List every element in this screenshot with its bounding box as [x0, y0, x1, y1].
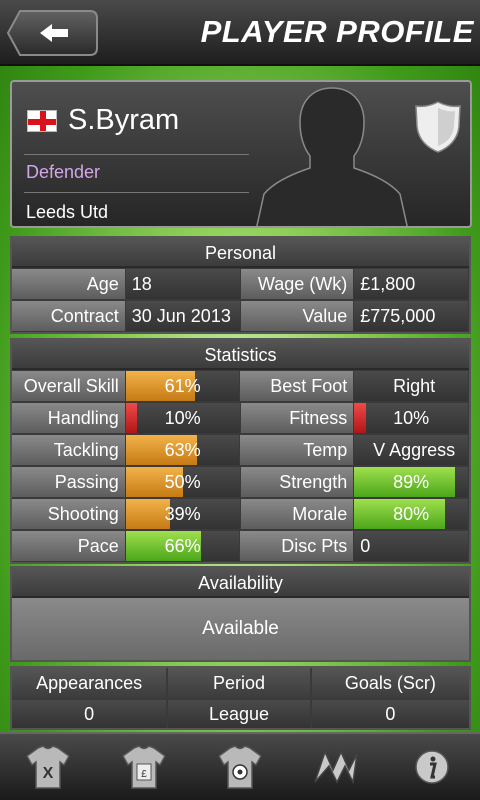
strength-value: 89% — [354, 467, 468, 497]
player-name: S.Byram — [68, 104, 180, 136]
passing-label: Passing — [12, 467, 125, 497]
shirt-pound-icon: £ — [122, 745, 166, 789]
overall-skill-label: Overall Skill — [12, 371, 125, 401]
player-club: Leeds Utd — [26, 202, 109, 222]
tab-logo[interactable] — [306, 739, 366, 795]
pace-label: Pace — [12, 531, 125, 561]
stat-row: Tackling 63% Temp V Aggress — [12, 434, 469, 466]
shirt-ball-icon — [218, 745, 262, 789]
value-value: £775,000 — [354, 301, 468, 331]
contract-value: 30 Jun 2013 — [125, 301, 240, 331]
shooting-value: 39% — [125, 499, 240, 529]
appearances-header: Appearances — [12, 668, 167, 698]
availability-panel: Availability Available — [10, 566, 471, 662]
divider — [24, 192, 249, 193]
page-title: PLAYER PROFILE — [200, 14, 474, 49]
morale-label: Morale — [240, 499, 354, 529]
info-icon — [415, 750, 449, 784]
age-value: 18 — [125, 269, 240, 299]
svg-text:X: X — [43, 765, 54, 782]
stat-bar-value: 63% — [164, 440, 201, 460]
best-foot-label: Best Foot — [240, 371, 354, 401]
goals-value: 0 — [311, 700, 469, 728]
stat-bar-value: 61% — [164, 376, 201, 396]
availability-status: Available — [12, 598, 469, 660]
england-flag-icon — [27, 110, 57, 132]
temp-value: V Aggress — [354, 435, 468, 465]
overall-skill-value: 61% — [125, 371, 240, 401]
passing-value: 50% — [125, 467, 240, 497]
handling-value: 10% — [125, 403, 240, 433]
wage-label: Wage (Wk) — [240, 269, 354, 299]
personal-title: Personal — [12, 238, 469, 268]
logo-icon — [314, 749, 358, 785]
shirt-x-icon: X — [26, 745, 70, 789]
age-label: Age — [12, 269, 125, 299]
tackling-value: 63% — [125, 435, 240, 465]
stat-bar-value: 50% — [164, 472, 201, 492]
tackling-label: Tackling — [12, 435, 125, 465]
player-card: S.Byram Defender Leeds Utd — [10, 80, 472, 228]
tab-shirt-match[interactable] — [210, 739, 270, 795]
stat-bar-value: 80% — [393, 504, 430, 524]
header-bar: PLAYER PROFILE — [0, 0, 480, 66]
divider — [24, 154, 249, 155]
stat-row: Overall Skill 61% Best Foot Right — [12, 370, 469, 402]
stat-row: Pace 66% Disc Pts 0 — [12, 530, 469, 562]
tab-info[interactable] — [402, 739, 462, 795]
stat-row: Shooting 39% Morale 80% — [12, 498, 469, 530]
value-label: Value — [240, 301, 354, 331]
stat-row: Passing 50% Strength 89% — [12, 466, 469, 498]
fitness-value: 10% — [354, 403, 468, 433]
strength-label: Strength — [240, 467, 354, 497]
contract-label: Contract — [12, 301, 125, 331]
stat-bar-value: 66% — [164, 536, 201, 556]
period-header: Period — [168, 668, 310, 698]
player-position: Defender — [26, 162, 101, 182]
fitness-label: Fitness — [240, 403, 354, 433]
stat-bar-value: 10% — [164, 408, 201, 428]
shooting-label: Shooting — [12, 499, 125, 529]
bottom-tab-bar: X £ — [0, 732, 480, 800]
svg-text:£: £ — [141, 769, 147, 780]
player-silhouette-icon — [256, 87, 408, 226]
best-foot-value: Right — [354, 371, 468, 401]
stat-bar-value: 39% — [164, 504, 201, 524]
appearances-panel: Appearances Period Goals (Scr) 0 League … — [10, 666, 471, 730]
morale-value: 80% — [354, 499, 468, 529]
appearances-value: 0 — [12, 700, 167, 728]
stat-row: Handling 10% Fitness 10% — [12, 402, 469, 434]
disc-pts-label: Disc Pts — [240, 531, 354, 561]
personal-panel: Personal Age 18 Wage (Wk) £1,800 Contrac… — [10, 236, 471, 334]
goals-header: Goals (Scr) — [311, 668, 469, 698]
period-value: League — [168, 700, 310, 728]
shield-icon — [415, 101, 461, 153]
statistics-panel: Statistics Overall Skill 61% Best Foot Righ… — [10, 338, 471, 564]
temp-label: Temp — [240, 435, 354, 465]
tab-shirt-x[interactable]: X — [18, 739, 78, 795]
stat-bar-value: 10% — [393, 408, 430, 428]
handling-label: Handling — [12, 403, 125, 433]
availability-title: Availability — [12, 568, 469, 598]
pace-value: 66% — [125, 531, 240, 561]
stat-bar-value: 89% — [393, 472, 430, 492]
statistics-title: Statistics — [12, 340, 469, 370]
wage-value: £1,800 — [354, 269, 468, 299]
disc-pts-value: 0 — [354, 531, 468, 561]
tab-shirt-finance[interactable]: £ — [114, 739, 174, 795]
back-button[interactable] — [6, 9, 99, 57]
